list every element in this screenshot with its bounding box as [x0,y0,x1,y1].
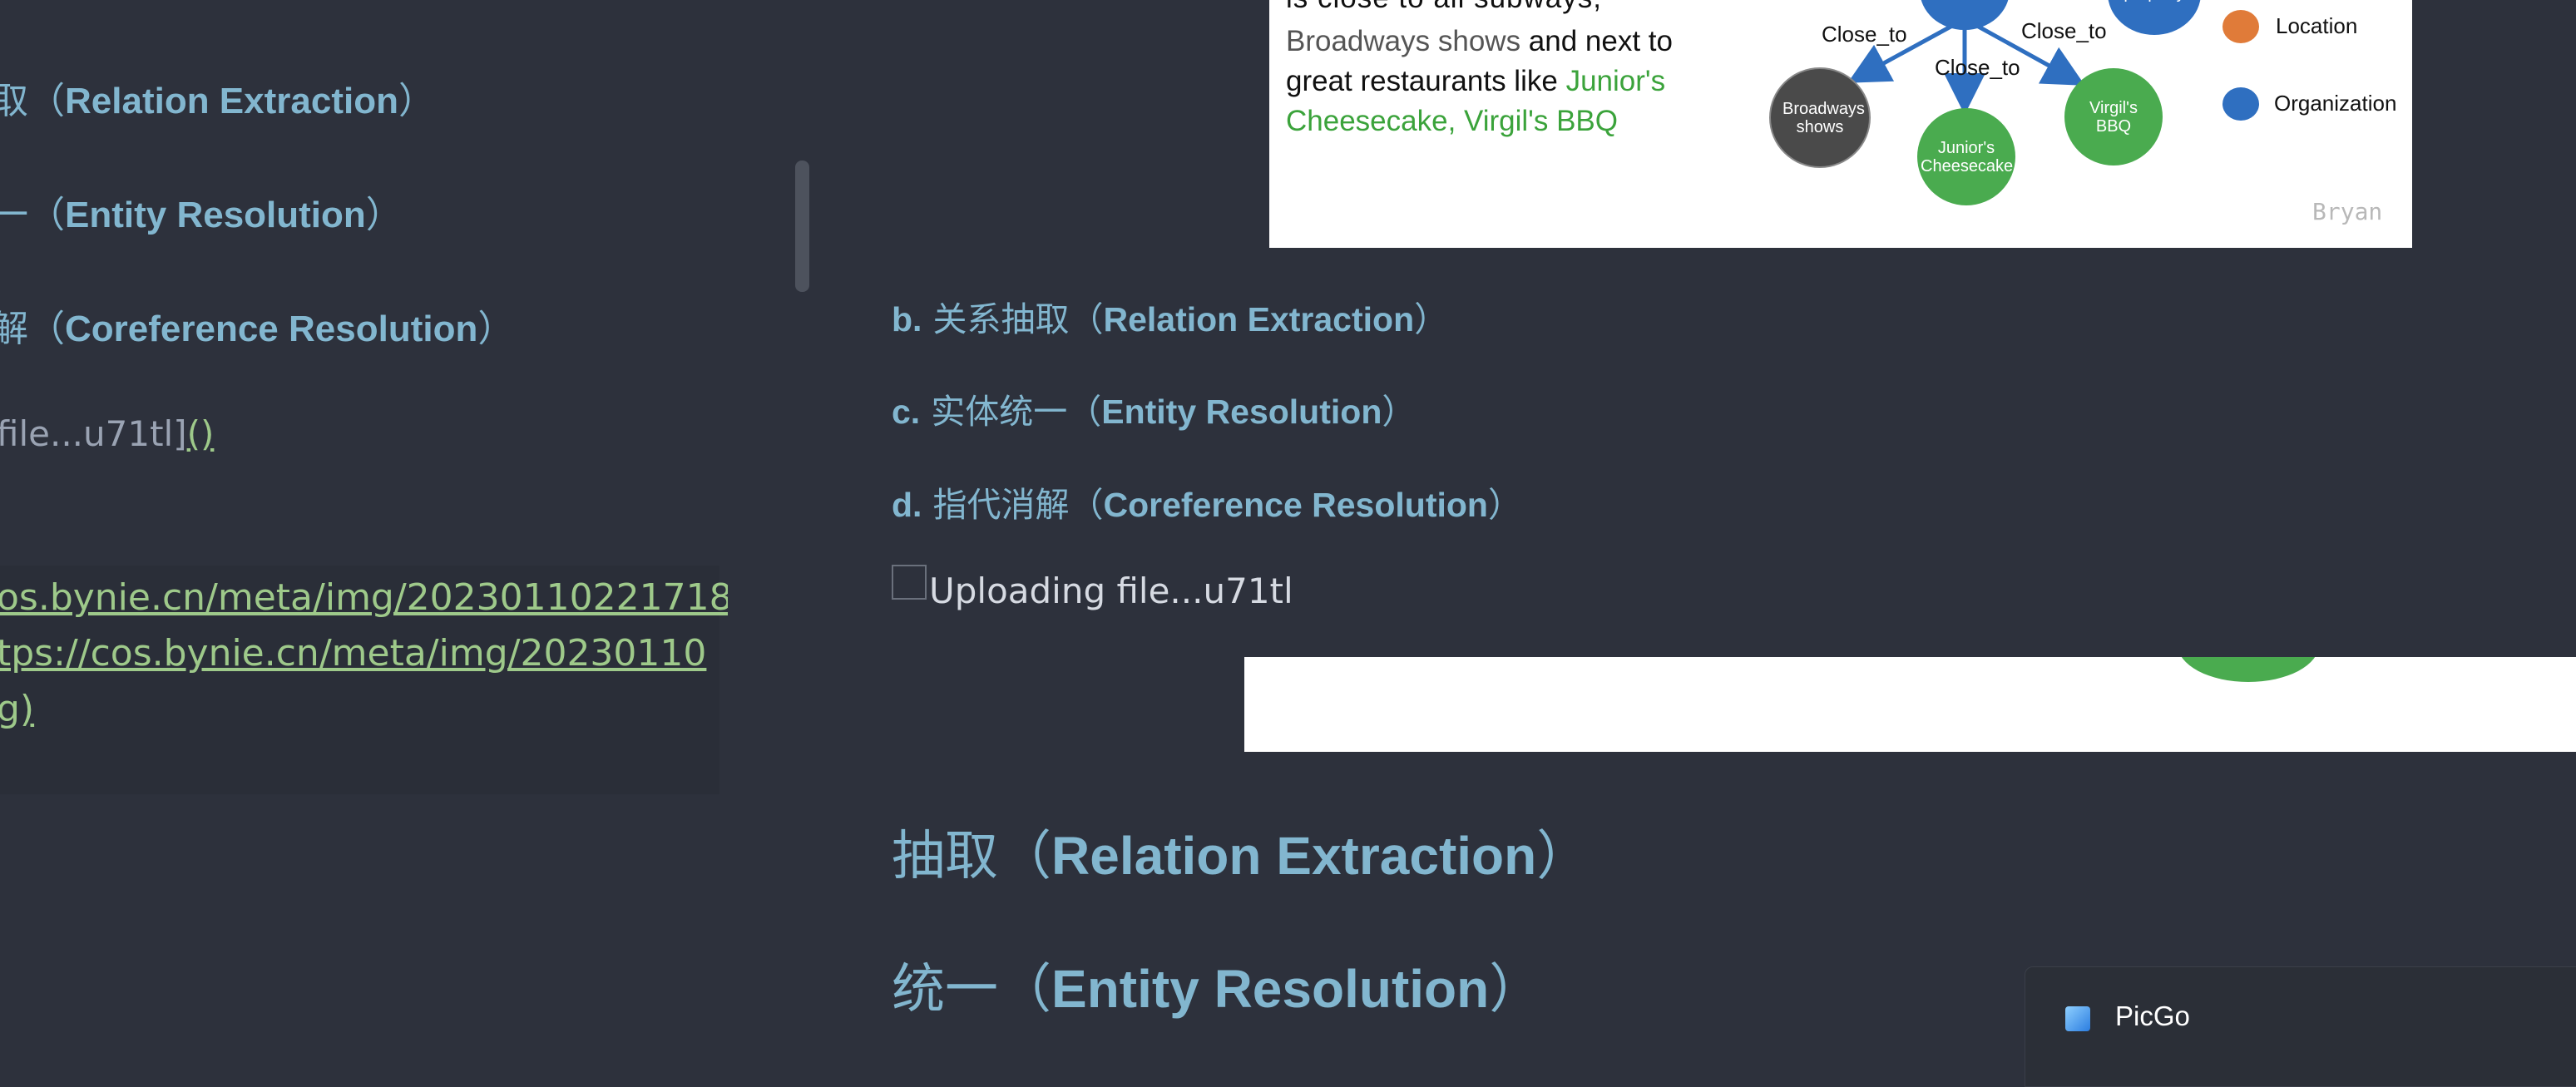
kg-watermark: Bryan [2312,198,2383,225]
picgo-app-name: PicGo [2115,1001,2190,1031]
knowledge-graph-image: is close to all subways, Broadways shows… [1269,0,2412,248]
kg-edge-label-1: Close_to [1822,22,1907,47]
editor-heading-coreference-resolution: 解（Coreference Resolution） [0,308,515,350]
picgo-app-icon [2065,1006,2090,1031]
kg-legend-location-dot [2222,10,2259,43]
preview-heading-entity-resolution: 统一（Entity Resolution） [892,959,1543,1020]
preview-heading-relation-extraction: 抽取（Relation Extraction） [892,826,1590,887]
broken-image-icon [892,565,927,600]
editor-scrollbar[interactable] [795,161,809,292]
editor-heading-relation-extraction: 取（Relation Extraction） [0,80,435,122]
preview-image-strip [1244,657,2576,752]
kg-node-virgils-bbq: Virgil's BBQ [2064,68,2163,166]
kg-edge-label-2: Close_to [1935,55,2020,80]
kg-legend-organization-dot [2222,87,2259,121]
kg-node-juniors-cheesecake: Junior's Cheesecake [1917,108,2015,205]
editor-heading-entity-resolution: 一（Entity Resolution） [0,194,403,236]
left-editor-pane[interactable]: 取（Relation Extraction） 一（Entity Resoluti… [0,0,728,1085]
kg-edge-label-3: Close_to [2021,18,2107,43]
preview-item-entity-resolution: c. 实体统一（Entity Resolution） [892,392,1417,432]
editor-image-link-line-2[interactable]: tps://cos.bynie.cn/meta/img/20230110 [0,632,706,674]
kg-legend-organization-label: Organization [2274,91,2397,116]
kg-legend-location-label: Location [2276,13,2358,38]
picgo-notification[interactable]: PicGo [2025,966,2576,1087]
editor-upload-placeholder: file...u71tl]() [0,413,215,454]
preview-item-relation-extraction: b. 关系抽取（Relation Extraction） [892,299,1449,339]
editor-image-link-line-1[interactable]: os.bynie.cn/meta/img/20230110221718 [0,576,728,619]
editor-image-link-line-3[interactable]: g) [0,688,34,730]
uploading-placeholder-text: Uploading file...u71tl [929,571,1293,611]
kg-node-broadways-shows: Broadways shows [1769,67,1871,168]
strip-green-node [2178,657,2319,682]
preview-item-coreference-resolution: d. 指代消解（Coreference Resolution） [892,485,1522,525]
